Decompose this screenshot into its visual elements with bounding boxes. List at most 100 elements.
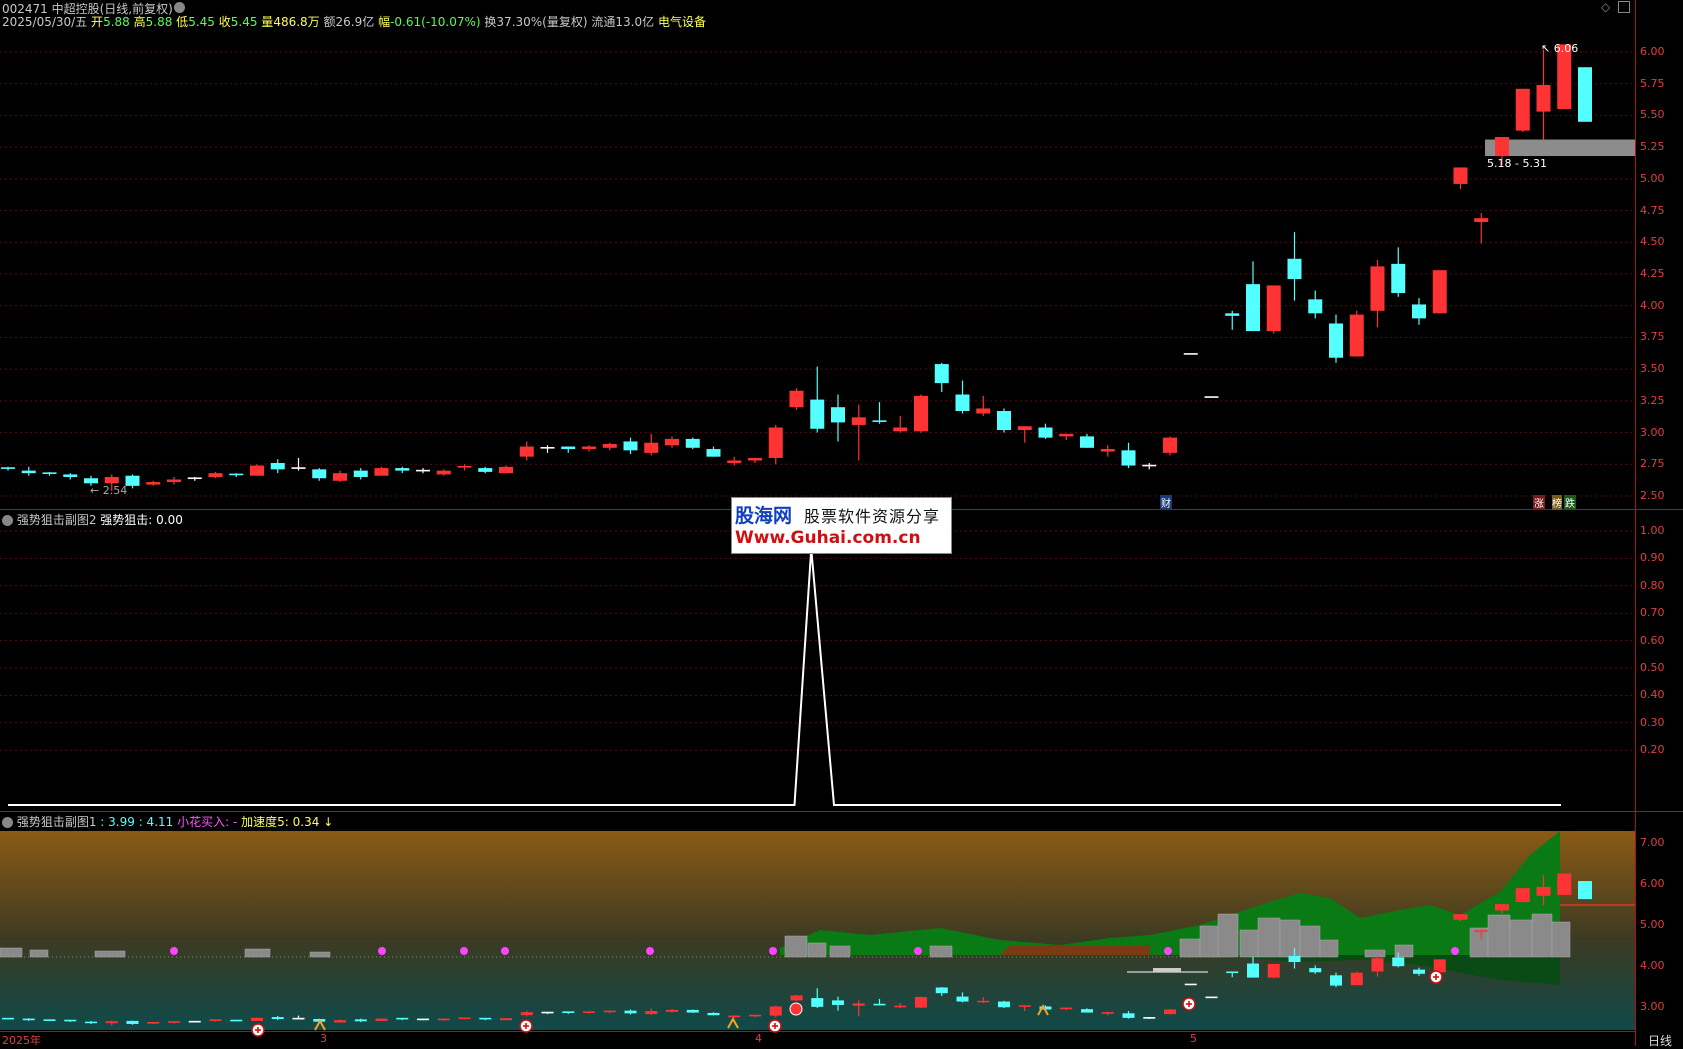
period-tab[interactable]: 日线 [1648,1032,1672,1049]
main-candle [706,449,721,457]
main-candle [1391,263,1406,294]
sub1-candle [1392,957,1405,967]
flower-buy-marker [1451,947,1459,955]
main-candle [582,446,596,450]
main-candle [1038,427,1053,438]
main-candle [831,407,845,423]
main-candle [312,469,327,479]
sub1-candle [1267,963,1280,978]
sub1-candle [251,1017,263,1021]
main-candle [1453,167,1468,184]
sub1-candle-recent [1495,904,1509,911]
watermark-slogan: 股票软件资源分享 [804,507,941,526]
flower-buy-marker [170,947,178,955]
badge-cai[interactable]: 财 [1160,495,1172,510]
main-candle [789,390,804,408]
main-candle [893,427,908,432]
main-candle [1349,314,1364,357]
sub1-building [929,945,953,958]
main-candle [353,470,368,477]
watermark-url: Www.Guhai.com.cn [735,528,921,548]
main-candle [1432,270,1447,314]
badge-zhang[interactable]: 涨 [1533,495,1545,510]
main-candle [976,408,991,414]
sub1-candle-recent [1515,888,1530,903]
sub1-candle [520,1012,533,1016]
sub1-candle [832,1000,844,1005]
sub1-candle [624,1010,637,1014]
main-candle [623,441,638,451]
main-candle [478,468,493,472]
sub1-candle [790,995,803,1001]
badge-die[interactable]: 跌 [1564,495,1576,510]
sub1-building [1257,917,1281,958]
month-3-label: 3 [320,1032,327,1045]
sub1-candle-recent [1578,881,1592,900]
sub1-building [94,950,126,958]
sub1-white-block [1153,968,1181,972]
main-candle [665,438,679,446]
sub1-building [1239,929,1259,958]
sub1-building [1199,925,1219,958]
watermark-brand: 股海网 [735,505,793,527]
main-candle [602,443,617,448]
min-price-label: ← 2.54 [90,484,128,497]
main-candle [1495,136,1509,157]
sub1-candle [126,1020,139,1024]
main-candle [104,476,119,484]
watermark: 股海网 股票软件资源分享 Www.Guhai.com.cn [731,497,952,554]
sub1-building [784,935,808,958]
sub1-building [807,942,827,958]
sub1-building [1487,914,1511,958]
main-candle [934,364,949,384]
main-candle [1536,84,1551,112]
main-candle [644,442,659,453]
sub1-candle [915,996,927,1008]
main-candle [1121,450,1136,466]
main-candle [146,482,161,485]
sub1-building [244,948,271,958]
max-price-label: ↖ 6.06 [1541,42,1579,55]
flower-buy-marker [769,947,777,955]
sub1-candle [998,1001,1010,1008]
sub1-candle [852,1003,865,1006]
sub1-building [1364,949,1386,958]
sub1-building [1319,939,1339,958]
sub1-candle [334,1020,346,1023]
sub1-building [1179,938,1201,958]
main-candle [1059,433,1074,437]
sub1-candle [769,1006,782,1016]
sub1-building [1509,919,1533,958]
sub1-candle [666,1009,678,1012]
badge-rank[interactable]: 榜 [1552,495,1562,510]
main-candle [1515,88,1530,131]
sub1-candle [85,1021,97,1024]
main-candle [1329,323,1343,358]
main-candle [250,465,264,476]
sub1-building [1217,913,1239,958]
sub1-candle-recent [1536,886,1551,896]
main-candle [1163,437,1177,453]
flower-buy-marker [460,947,468,955]
main-candle [955,394,970,412]
sub1-building [309,951,331,958]
sub1-candle [1081,1009,1093,1013]
main-candle [1225,313,1240,316]
sub1-candle-recent [1453,914,1468,920]
month-5-label: 5 [1190,1032,1197,1045]
sub1-candle [1330,975,1342,986]
main-candle [519,446,534,457]
zone-label: 5.18 - 5.31 [1487,157,1547,170]
main-candle [1017,426,1032,431]
sub1-candle [1122,1013,1135,1018]
main-candle [768,427,783,458]
main-candle [1578,67,1592,122]
main-candle [21,470,36,474]
main-candle [851,417,866,425]
main-candle [395,468,410,471]
sub1-candle [935,987,948,994]
main-candle [84,478,98,484]
main-candle [1474,218,1489,222]
sub1-building [29,949,49,958]
main-candle [1412,304,1426,319]
